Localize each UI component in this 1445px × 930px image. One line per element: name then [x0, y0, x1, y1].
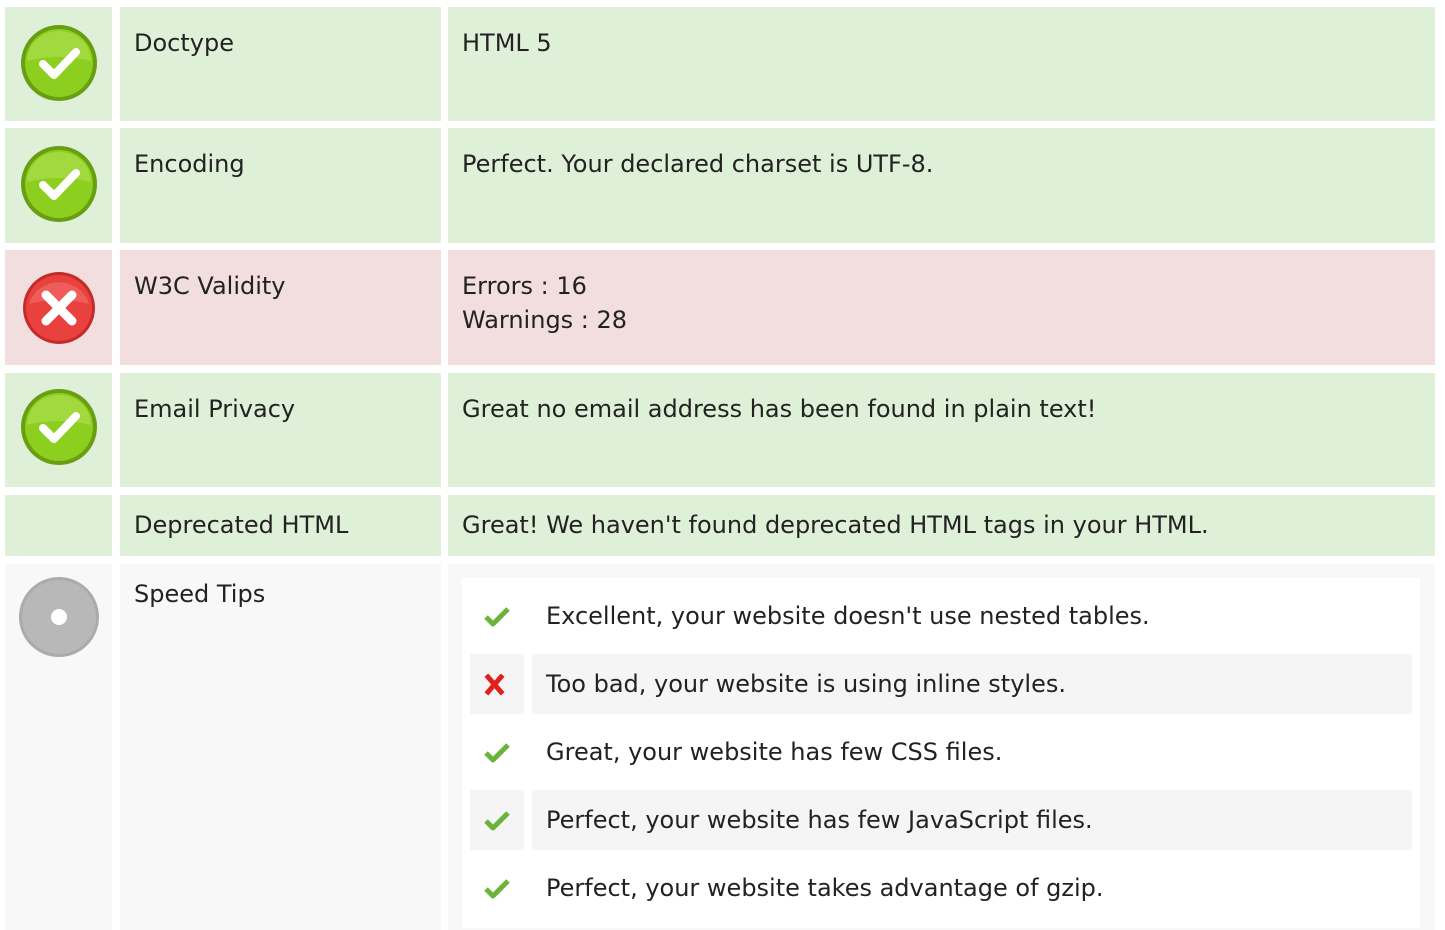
check-result: HTML 5: [448, 7, 1435, 121]
tip-text: Perfect, your website has few JavaScript…: [532, 790, 1412, 850]
report-row-speed-tips: Speed Tips Excellent, your website doesn…: [0, 564, 1445, 930]
report-row-doctype: Doctype HTML 5: [0, 7, 1445, 121]
check-circle-icon: [21, 389, 97, 465]
speed-tips-panel: Excellent, your website doesn't use nest…: [448, 564, 1435, 930]
status-cell: [5, 495, 112, 556]
report-row-email-privacy: Email Privacy Great no email address has…: [0, 373, 1445, 487]
speed-tip-item: Great, your website has few CSS files.: [470, 722, 1412, 782]
warnings-count: Warnings : 28: [462, 306, 628, 334]
speed-tip-item: Perfect, your website takes advantage of…: [470, 858, 1412, 918]
neutral-circle-icon: [19, 577, 99, 657]
check-label: Email Privacy: [120, 373, 441, 487]
report-row-w3c-validity: W3C Validity Errors : 16 Warnings : 28: [0, 250, 1445, 365]
cross-icon: [484, 674, 505, 696]
speed-tip-item: Perfect, your website has few JavaScript…: [470, 790, 1412, 850]
result-line: Great no email address has been found in…: [462, 395, 1097, 423]
checkmark-icon: [484, 811, 510, 831]
tip-icon-cell: [470, 586, 524, 646]
checkmark-icon: [484, 879, 510, 899]
status-cell: [5, 7, 112, 121]
status-cell: [5, 128, 112, 243]
check-label: W3C Validity: [120, 250, 441, 365]
report-row-deprecated-html: Deprecated HTML Great! We haven't found …: [0, 495, 1445, 556]
check-label: Speed Tips: [120, 564, 441, 930]
result-line: Perfect. Your declared charset is UTF-8.: [462, 150, 934, 178]
tip-text: Excellent, your website doesn't use nest…: [546, 602, 1150, 630]
tip-icon-cell: [470, 722, 524, 782]
tip-text: Too bad, your website is using inline st…: [532, 654, 1412, 714]
seo-report: Doctype HTML 5 Encoding Perfect. Your de…: [0, 0, 1445, 930]
check-label: Doctype: [120, 7, 441, 121]
tip-icon-cell: [470, 654, 524, 714]
status-cell: [5, 564, 112, 930]
tip-icon-cell: [470, 858, 524, 918]
check-label: Deprecated HTML: [120, 495, 441, 556]
speed-tip-item: Excellent, your website doesn't use nest…: [470, 586, 1412, 646]
x-circle-icon: [23, 272, 95, 344]
report-row-encoding: Encoding Perfect. Your declared charset …: [0, 128, 1445, 243]
errors-count: Errors : 16: [462, 272, 587, 300]
check-result: Errors : 16 Warnings : 28: [448, 250, 1435, 365]
tip-text: Perfect, your website takes advantage of…: [546, 874, 1104, 902]
speed-tips-list: Excellent, your website doesn't use nest…: [462, 578, 1420, 928]
status-cell: [5, 250, 112, 365]
speed-tip-item: Too bad, your website is using inline st…: [470, 654, 1412, 714]
check-circle-icon: [21, 146, 97, 222]
result-line: HTML 5: [462, 29, 552, 57]
check-result: Perfect. Your declared charset is UTF-8.: [448, 128, 1435, 243]
checkmark-icon: [484, 743, 510, 763]
check-label: Encoding: [120, 128, 441, 243]
check-result: Great! We haven't found deprecated HTML …: [448, 495, 1435, 556]
checkmark-icon: [484, 607, 510, 627]
result-line: Great! We haven't found deprecated HTML …: [462, 511, 1209, 539]
check-circle-icon: [21, 25, 97, 101]
tip-text: Great, your website has few CSS files.: [546, 738, 1003, 766]
status-cell: [5, 373, 112, 487]
check-result: Great no email address has been found in…: [448, 373, 1435, 487]
tip-icon-cell: [470, 790, 524, 850]
